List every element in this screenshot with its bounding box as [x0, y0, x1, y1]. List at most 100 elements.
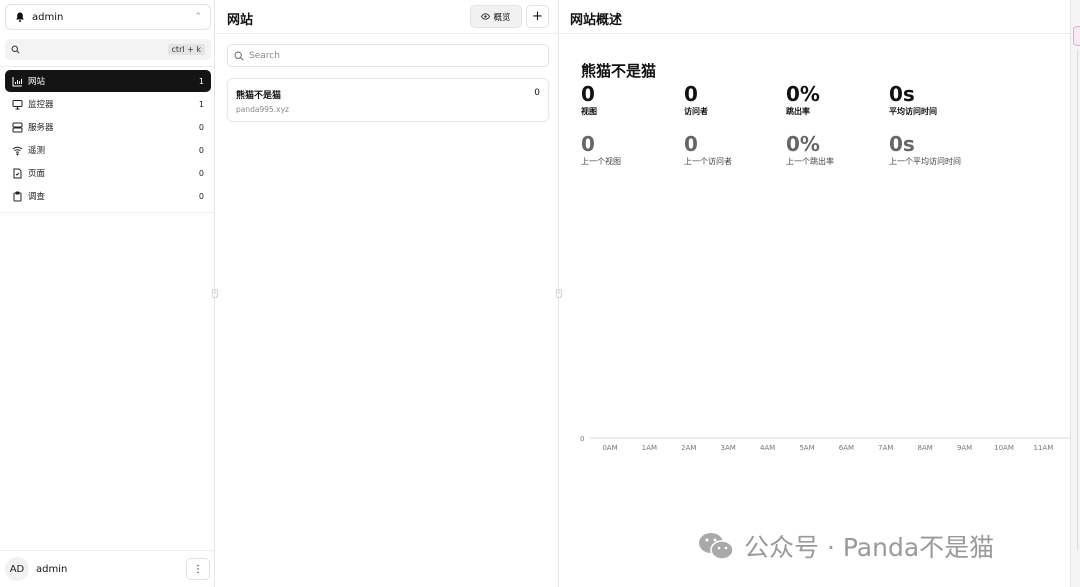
overview-panel: 网站概述 熊猫不是猫 0 视图 0 访问者 0% 跳出率 0s 平均访问时间 0: [560, 0, 1070, 587]
y-tick-label: 0: [580, 435, 584, 443]
website-count: 0: [534, 88, 540, 98]
app-root: admin ⌃ ctrl + k 网站 1 监控器 1 服务器 0 遥测 0 页…: [0, 0, 1080, 587]
search-input[interactable]: [249, 50, 529, 61]
avatar[interactable]: AD: [5, 557, 29, 581]
stat-value: 0: [684, 132, 698, 156]
page-title: 网站: [227, 13, 254, 28]
websites-header: 网站 概览 +: [216, 0, 559, 34]
sidebar-item-label: 服务器: [28, 123, 54, 133]
shortcut-badge: ctrl + k: [167, 44, 205, 55]
stat-prev-avg-visit-time: 0s 上一个平均访问时间: [889, 133, 989, 167]
sidebar-item-pages[interactable]: 页面 0: [5, 162, 211, 184]
sidebar-item-count: 1: [198, 76, 204, 86]
stat-bounce-rate: 0% 跳出率: [786, 83, 886, 117]
clipboard-icon: [12, 191, 23, 202]
right-edge-strip: [1070, 0, 1080, 587]
page-icon: [12, 168, 23, 179]
website-card[interactable]: 熊猫不是猫 panda995.xyz 0: [227, 78, 549, 122]
stat-value: 0: [684, 82, 698, 106]
user-menu-button[interactable]: ⋮: [186, 558, 210, 580]
x-tick-label: 1AM: [642, 444, 657, 452]
sidebar-item-count: 0: [198, 145, 204, 155]
stat-label: 平均访问时间: [889, 107, 937, 116]
stat-value: 0s: [889, 132, 915, 156]
monitor-icon: [12, 99, 23, 110]
website-name: 熊猫不是猫: [236, 91, 282, 101]
sidebar-item-monitors[interactable]: 监控器 1: [5, 93, 211, 115]
sidebar-item-count: 0: [198, 191, 204, 201]
sidebar-item-count: 0: [198, 168, 204, 178]
sidebar-item-label: 页面: [28, 169, 46, 179]
sidebar-item-telemetry[interactable]: 遥测 0: [5, 139, 211, 161]
websites-panel: 网站 概览 + 熊猫不是猫 panda995.xyz 0: [216, 0, 559, 587]
x-tick-label: 10AM: [994, 444, 1014, 452]
sidebar-item-count: 1: [198, 99, 204, 109]
website-domain: panda995.xyz: [236, 105, 289, 114]
stat-label: 上一个跳出率: [786, 157, 834, 166]
divider: [0, 212, 215, 213]
x-tick-label: 7AM: [878, 444, 893, 452]
hourly-views-chart: 0 0AM 1AM 2AM 3AM 4AM 5AM 6AM 7AM 8AM 9AM 10AM 11AM: [580, 435, 1070, 452]
divider: [0, 66, 215, 67]
workspace-switcher[interactable]: admin ⌃: [5, 4, 211, 30]
sidebar: admin ⌃ ctrl + k 网站 1 监控器 1 服务器 0 遥测 0 页…: [0, 0, 215, 587]
sidebar-item-label: 遥测: [28, 146, 46, 156]
watermark-text: 公众号 · Panda不是猫: [744, 533, 995, 562]
sidebar-item-label: 网站: [28, 77, 46, 87]
x-tick-label: 8AM: [918, 444, 933, 452]
x-tick-label: 0AM: [602, 444, 617, 452]
website-search[interactable]: [227, 44, 549, 67]
stat-value: 0%: [786, 82, 820, 106]
stat-avg-visit-time: 0s 平均访问时间: [889, 83, 989, 117]
stat-value: 0s: [889, 82, 915, 106]
watermark: 公众号 · Panda不是猫: [696, 528, 994, 564]
stat-prev-views: 0 上一个视图: [581, 133, 681, 167]
stat-label: 视图: [581, 107, 597, 116]
chart-icon: [12, 76, 23, 87]
x-tick-label: 3AM: [721, 444, 736, 452]
bell-icon: [16, 12, 24, 22]
sidebar-item-surveys[interactable]: 调查 0: [5, 185, 211, 207]
stat-prev-visitors: 0 上一个访问者: [684, 133, 784, 167]
side-line: [1077, 50, 1078, 550]
x-tick-label: 6AM: [839, 444, 854, 452]
x-tick-label: 11AM: [1034, 444, 1054, 452]
x-tick-label: 5AM: [799, 444, 814, 452]
overview-label: 概览: [493, 12, 511, 23]
stat-label: 访问者: [684, 107, 708, 116]
sidebar-item-websites[interactable]: 网站 1: [5, 70, 211, 92]
stat-label: 上一个平均访问时间: [889, 157, 961, 166]
stat-value: 0%: [786, 132, 820, 156]
eye-icon: [481, 13, 491, 20]
site-title: 熊猫不是猫: [581, 62, 657, 80]
workspace-name: admin: [32, 11, 64, 23]
stat-label: 上一个视图: [581, 157, 621, 166]
wechat-icon: [699, 533, 734, 560]
stat-label: 上一个访问者: [684, 157, 732, 166]
stat-label: 跳出率: [786, 107, 810, 116]
sidebar-item-label: 调查: [28, 192, 46, 202]
x-tick-label: 4AM: [760, 444, 775, 452]
stat-views: 0 视图: [581, 83, 681, 117]
sidebar-nav: 网站 1 监控器 1 服务器 0 遥测 0 页面 0 调查 0: [5, 70, 211, 208]
stat-visitors: 0 访问者: [684, 83, 784, 117]
wifi-icon: [12, 145, 23, 156]
user-name: admin: [36, 563, 68, 575]
search-icon: [234, 50, 244, 61]
overview-button[interactable]: 概览: [470, 5, 522, 28]
user-footer: AD admin ⋮: [0, 550, 215, 587]
chevron-updown-icon: ⌃: [194, 12, 202, 22]
add-website-button[interactable]: +: [526, 5, 549, 28]
command-search[interactable]: ctrl + k: [5, 39, 211, 60]
side-tab[interactable]: [1073, 26, 1080, 46]
stat-value: 0: [581, 82, 595, 106]
overview-header: 网站概述: [560, 0, 1070, 34]
x-tick-label: 2AM: [681, 444, 696, 452]
overview-title: 网站概述: [570, 13, 623, 28]
x-tick-label: 9AM: [957, 444, 972, 452]
search-icon: [11, 45, 20, 54]
server-icon: [12, 122, 23, 133]
stat-prev-bounce-rate: 0% 上一个跳出率: [786, 133, 886, 167]
sidebar-item-servers[interactable]: 服务器 0: [5, 116, 211, 138]
stat-value: 0: [581, 132, 595, 156]
